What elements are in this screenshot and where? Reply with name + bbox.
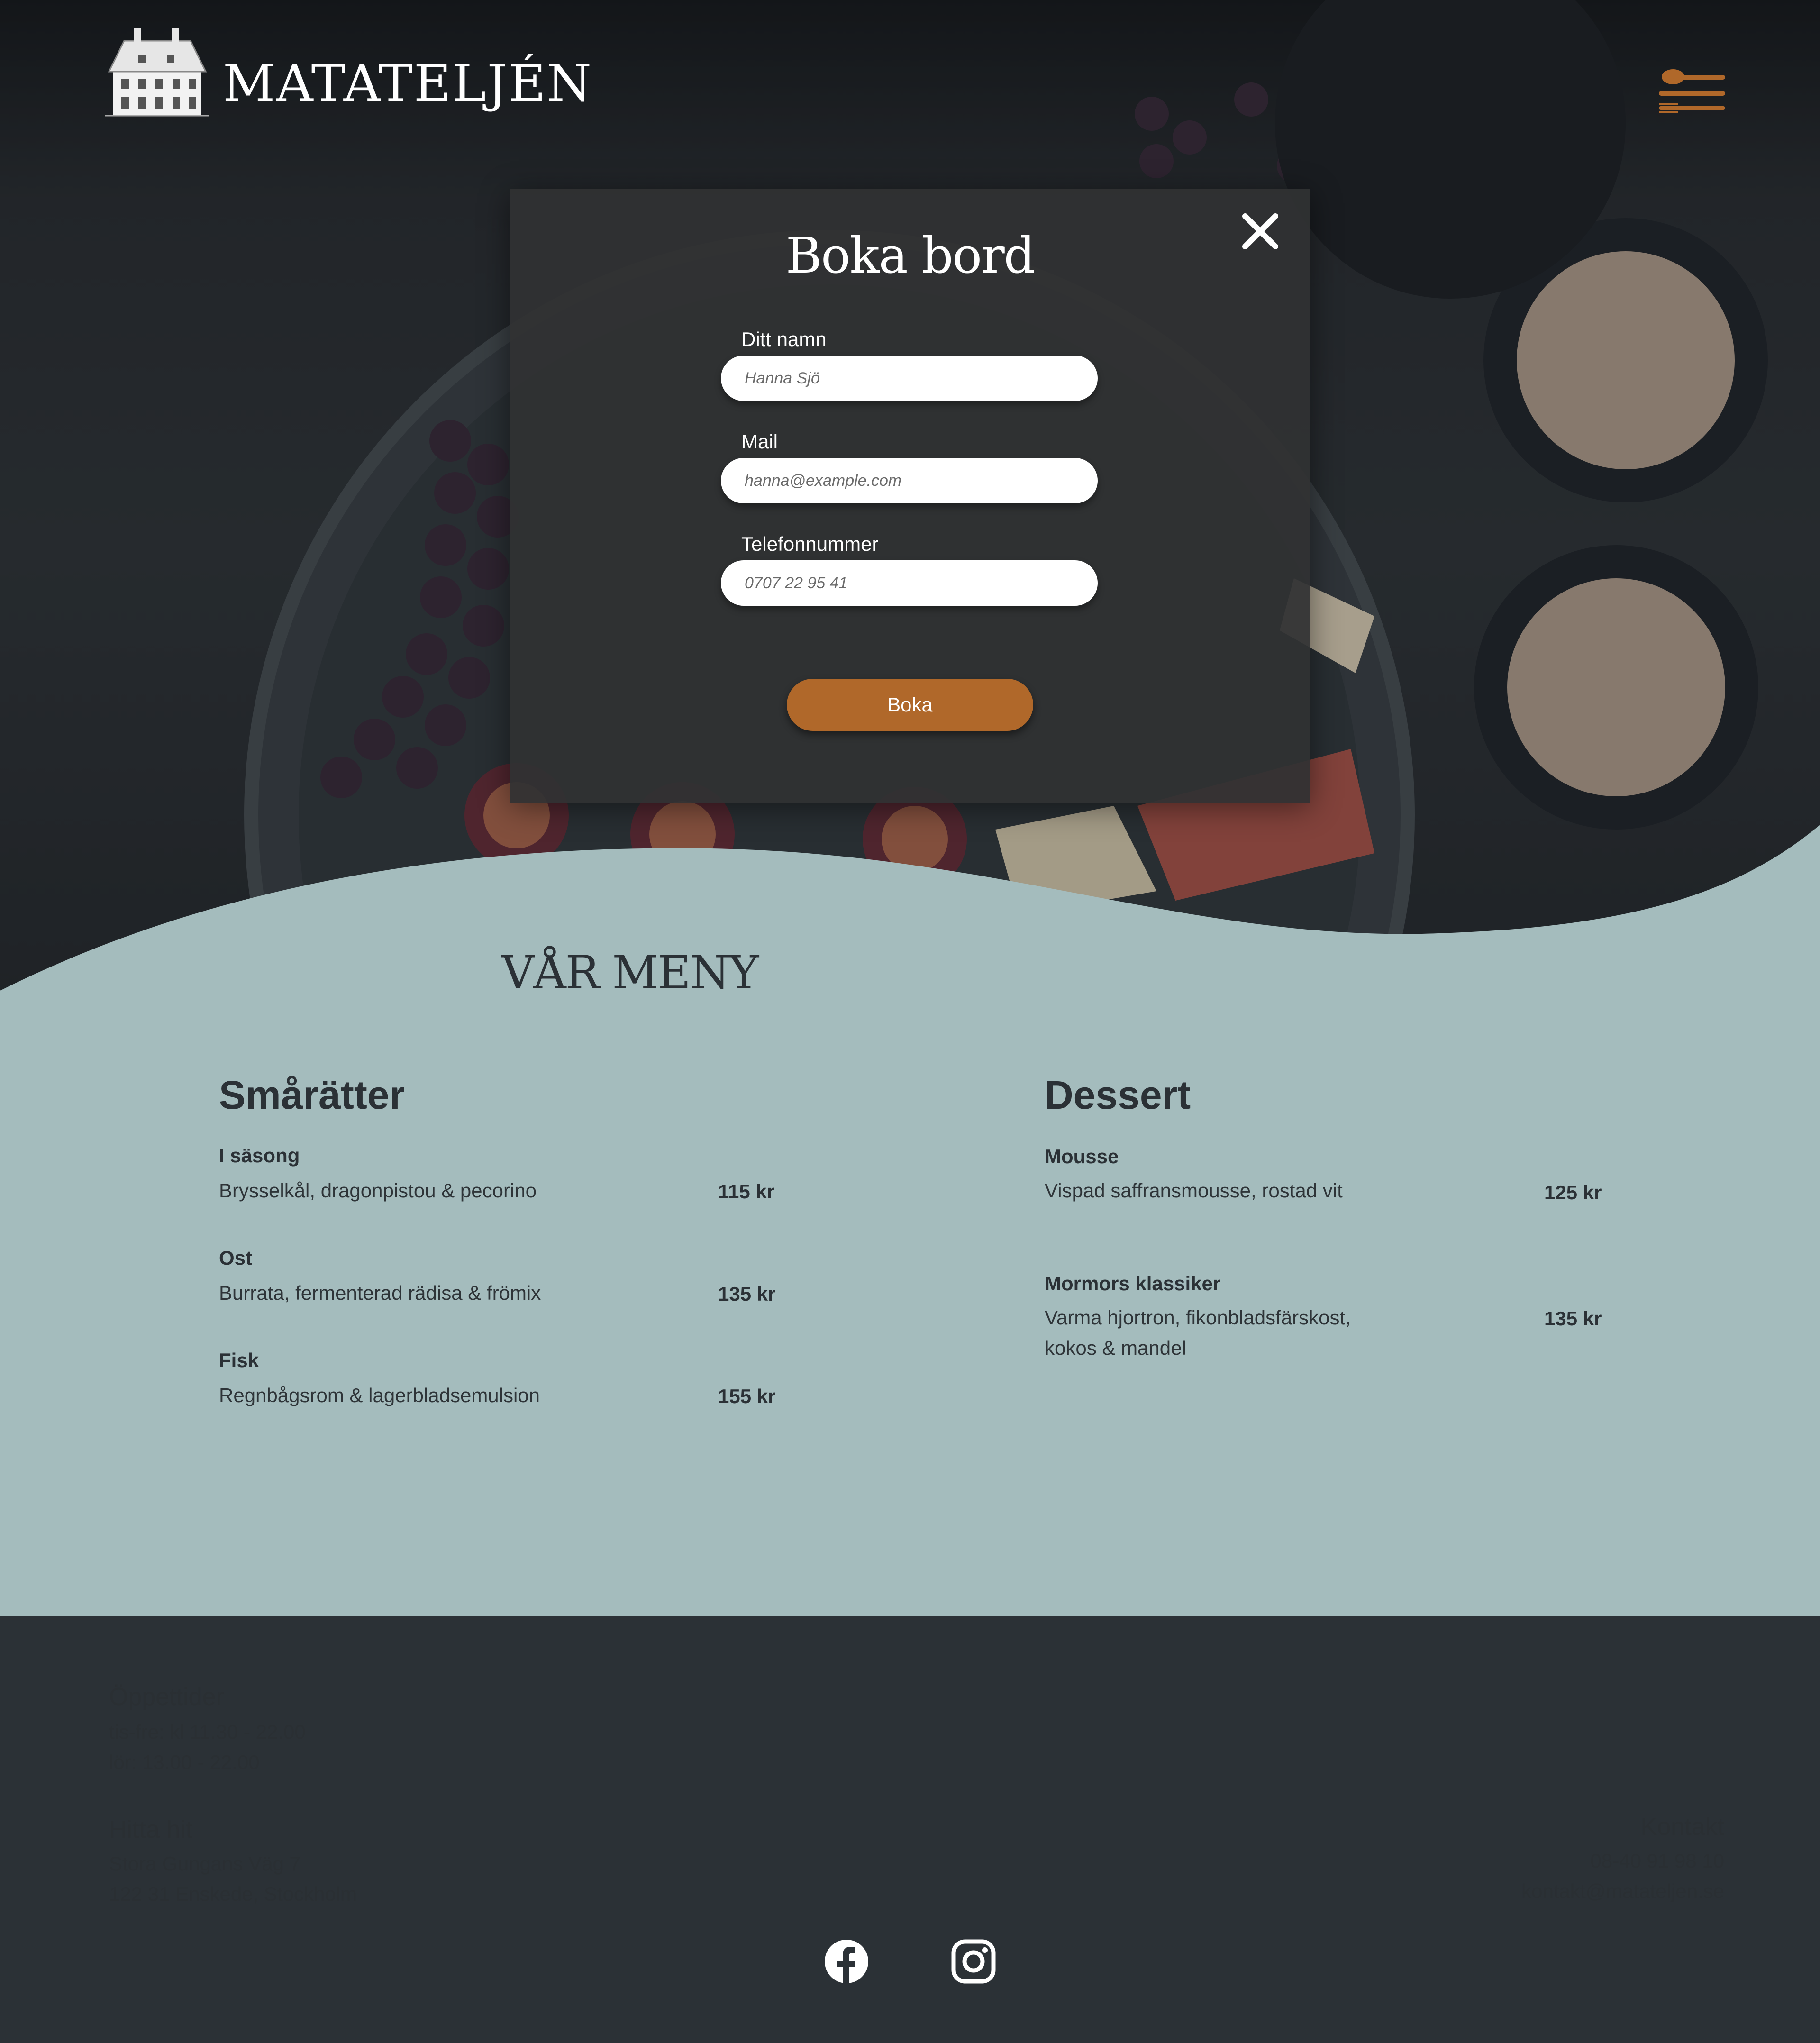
name-input[interactable] xyxy=(721,356,1098,401)
menu-item-name: I säsong xyxy=(219,1144,300,1167)
hours-line: tis-fre: kl 11.30 - 22.00 xyxy=(109,1721,306,1743)
wave-divider xyxy=(0,825,1820,1005)
mail-label: Mail xyxy=(741,430,778,453)
menu-item-name: Ost xyxy=(219,1247,253,1269)
logo-text: MATATELJÉN xyxy=(223,54,593,113)
booking-modal: Boka bord Ditt namn Mail Telefonnummer B… xyxy=(510,189,1310,803)
menu-item-desc: Regnbågsrom & lagerbladsemulsion xyxy=(219,1384,540,1406)
phone-label: Telefonnummer xyxy=(741,533,879,555)
name-label: Ditt namn xyxy=(741,328,827,350)
footer xyxy=(0,1616,1820,2043)
mail-input[interactable] xyxy=(721,458,1098,503)
address-heading: Hitta hit xyxy=(109,1816,193,1843)
modal-title: Boka bord xyxy=(785,227,1036,284)
menu-item-price: 135 kr xyxy=(1544,1307,1602,1330)
hours-line: lör: 13.00 - 22.00 xyxy=(109,1751,260,1773)
menu-title: VÅR MENY xyxy=(501,946,759,999)
address-line: Stora Gungans Väg 7 xyxy=(109,1852,300,1875)
menu-item-price: 135 kr xyxy=(718,1283,776,1305)
menu-item-desc: Burrata, fermenterad rädisa & frömix xyxy=(219,1282,541,1304)
contact-phone[interactable]: 08-40 91 98 10 xyxy=(1590,1850,1724,1872)
dessert-heading: Dessert xyxy=(1045,1073,1191,1117)
book-button[interactable]: Boka xyxy=(787,679,1033,731)
menu-item-name: Mormors klassiker xyxy=(1045,1272,1221,1295)
starters-heading: Smårätter xyxy=(219,1073,405,1117)
address-line: 122 31 Enskede, Stockholm xyxy=(109,1883,357,1905)
phone-input[interactable] xyxy=(721,560,1098,606)
menu-item-price: 115 kr xyxy=(718,1180,775,1203)
site-logo[interactable]: MATATELJÉN xyxy=(105,27,592,121)
contact-heading: Kontakt xyxy=(1640,1813,1724,1841)
menu-item-price: 155 kr xyxy=(718,1385,776,1407)
instagram-icon[interactable] xyxy=(951,1939,996,1984)
menu-item-name: Fisk xyxy=(219,1349,259,1371)
hours-heading: Öppettider xyxy=(109,1683,224,1711)
menu-item-desc: Varma hjortron, fikonbladsfärskost, koko… xyxy=(1045,1306,1351,1359)
menu-item-desc: Brysselkål, dragonpistou & pecorino xyxy=(219,1179,537,1202)
facebook-icon[interactable] xyxy=(824,1939,869,1984)
cutlery-menu-icon[interactable] xyxy=(1659,66,1725,119)
menu-item-desc: Vispad saffransmousse, rostad vit xyxy=(1045,1179,1343,1202)
menu-item-price: 125 kr xyxy=(1544,1181,1602,1204)
house-logo-icon xyxy=(105,28,209,117)
menu-item-name: Mousse xyxy=(1045,1145,1119,1167)
contact-email[interactable]: kontakt@matateljen.se xyxy=(1521,1880,1724,1903)
